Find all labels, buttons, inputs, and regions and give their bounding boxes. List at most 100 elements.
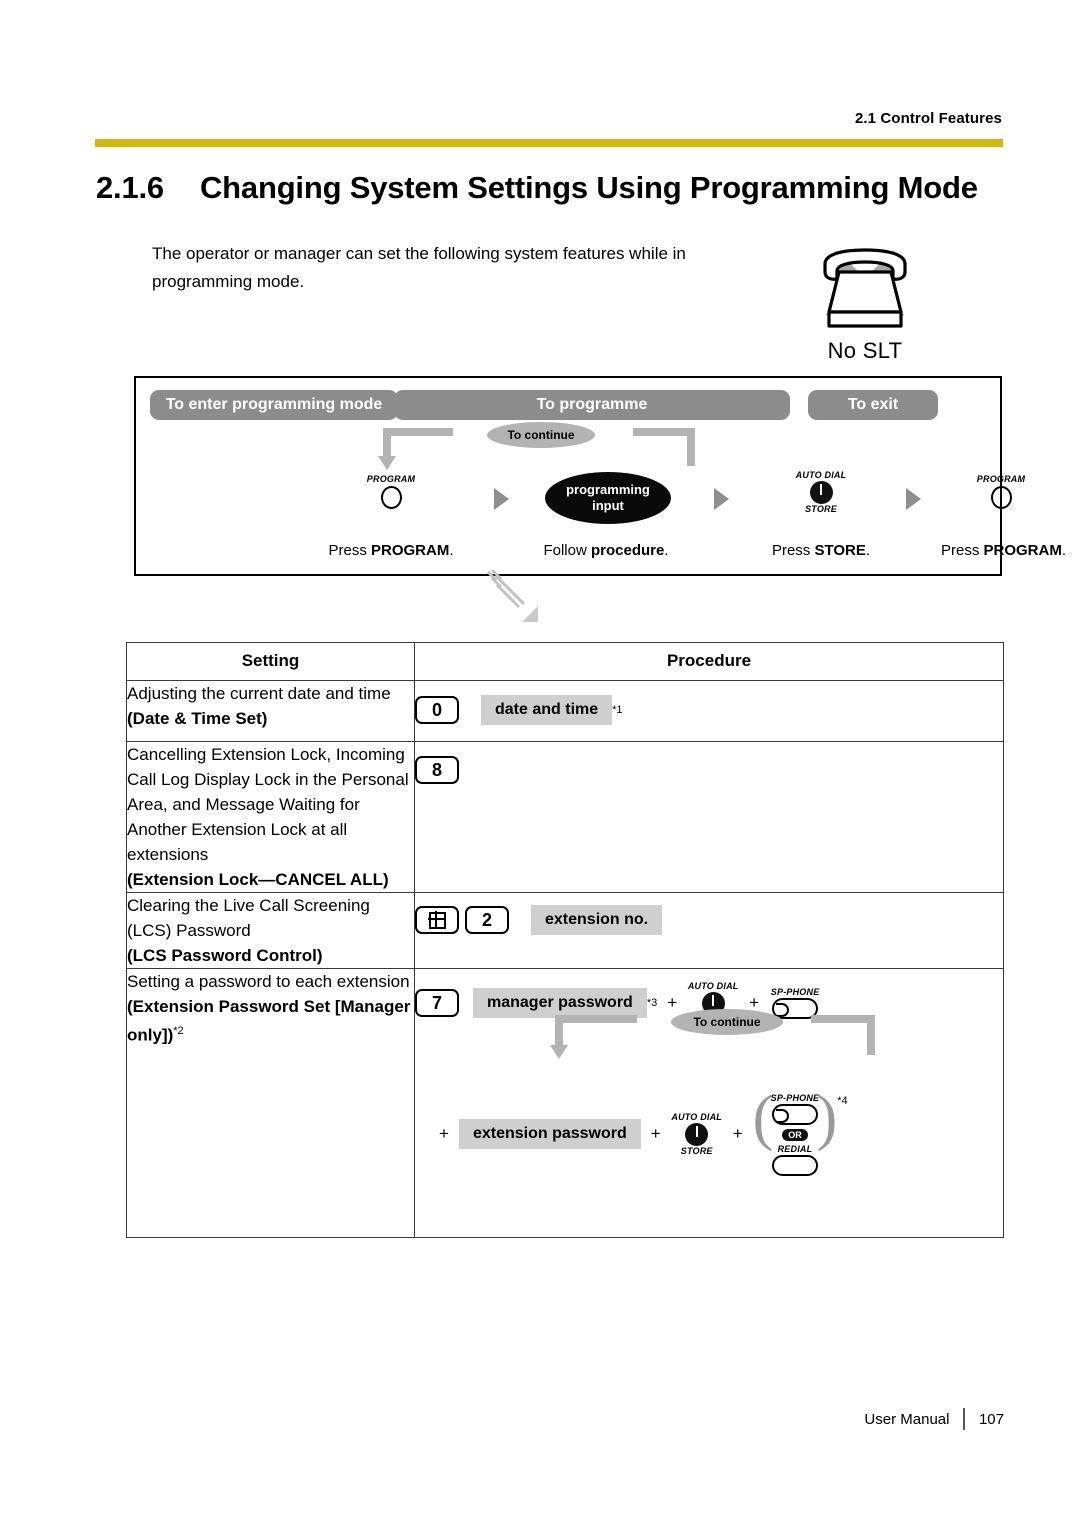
table-row: Cancelling Extension Lock, Incoming Call… [126, 741, 1004, 893]
value-box-date-and-time[interactable]: date and time [481, 695, 613, 725]
telephone-crossed-out-icon [823, 248, 907, 328]
loop2-arrowhead-icon [550, 1045, 568, 1059]
caption-suffix: . [449, 542, 454, 559]
value-box-manager-password[interactable]: manager password [473, 988, 647, 1018]
intro-paragraph: The operator or manager can set the foll… [152, 244, 686, 291]
caption-prefix: Follow [543, 542, 591, 559]
group-paren-left: ( [752, 1084, 774, 1152]
store-caption: STORE [680, 1145, 713, 1156]
keycap-hash[interactable] [415, 906, 459, 934]
plus-sign-1: + [667, 993, 678, 1012]
flow-band-to-programme: To programme [394, 390, 790, 420]
table-row: Clearing the Live Call Screening (LCS) P… [126, 892, 1004, 969]
table-row: Setting a password to each extension (Ex… [126, 968, 1004, 1238]
caption-suffix: . [664, 542, 669, 559]
plus-sign-5: + [732, 1123, 743, 1143]
setting-feature-name: (Extension Password Set [Manager only]) [127, 997, 411, 1045]
setting-cell-extension-password: Setting a password to each extension (Ex… [126, 968, 415, 1238]
keycap-2[interactable]: 2 [465, 906, 509, 934]
keycap-0[interactable]: 0 [415, 696, 459, 724]
store-button-icon [685, 1122, 709, 1146]
section-number: 2.1.6 [96, 170, 164, 205]
ribbed-connector-arrow-icon [486, 570, 538, 622]
column-header-setting: Setting [126, 642, 415, 681]
setting-feature-name: (Date & Time Set) [127, 709, 268, 728]
sp-phone-button-icon [771, 1104, 818, 1125]
value-box-extension-no[interactable]: extension no. [531, 905, 663, 935]
caption-bold: PROGRAM [983, 542, 1062, 559]
setting-description: Setting a password to each extension [127, 972, 410, 991]
procedure-cell-extension-lock: 8 [414, 741, 1004, 893]
loop2-left-top-segment [555, 1015, 637, 1023]
footer-divider [963, 1408, 965, 1430]
setting-description: Clearing the Live Call Screening (LCS) P… [127, 896, 370, 940]
to-continue-label-2: To continue [671, 1009, 783, 1035]
no-slt-label: No SLT [827, 338, 903, 363]
setting-feature-name: (Extension Lock—CANCEL ALL) [127, 870, 389, 889]
store-caption: STORE [805, 504, 837, 514]
flow-caption-2: Follow procedure. [516, 542, 696, 559]
procedure-cell-date-time: 0 date and time *1 [414, 680, 1004, 742]
running-head: 2.1 Control Features [854, 110, 1002, 127]
flow-arrow-icon-2 [714, 488, 729, 510]
group-paren-right: ) [816, 1084, 838, 1152]
page-title: 2.1.6 Changing System Settings Using Prog… [96, 170, 1016, 206]
program-button-icon [380, 486, 402, 509]
caption-bold: procedure [590, 542, 665, 559]
footer-page-number: 107 [978, 1410, 1004, 1428]
page-footer: User Manual 107 [864, 1408, 1004, 1430]
to-continue-label: To continue [487, 422, 595, 448]
loop-right-top-segment [633, 428, 695, 436]
table-row: Adjusting the current date and time (Dat… [126, 680, 1004, 742]
auto-dial-caption: AUTO DIAL [687, 981, 739, 991]
value-box-extension-password[interactable]: extension password [458, 1118, 641, 1149]
to-continue-loop-arrow: To continue [378, 422, 695, 472]
redial-button-group[interactable]: REDIAL [771, 1144, 820, 1176]
header-rule [95, 139, 1003, 147]
caption-suffix: . [865, 542, 871, 559]
plus-sign-3: + [439, 1123, 449, 1143]
procedure-cell-extension-password: 7 manager password *3 + AUTO DIAL STORE … [414, 968, 1004, 1238]
procedure-cell-lcs-password: 2 extension no. [414, 892, 1004, 969]
loop-arrowhead-icon [378, 456, 396, 470]
keycap-8[interactable]: 8 [415, 756, 459, 784]
sp-phone-caption: SP-PHONE [770, 987, 820, 997]
programming-mode-flow-diagram: To enter programming mode To programme T… [134, 376, 1066, 576]
caption-bold: PROGRAM [371, 542, 450, 559]
loop2-left-stem-segment [555, 1015, 563, 1047]
program-button-caption-exit: PROGRAM [976, 474, 1026, 484]
loop-left-top-segment [383, 428, 453, 436]
programming-input-line1: programming [566, 482, 650, 497]
plus-sign-4: + [650, 1123, 661, 1143]
footnote-marker-3: *3 [646, 997, 658, 1009]
or-separator-label: OR [782, 1129, 808, 1141]
flow-step-press-program: PROGRAM [326, 474, 456, 509]
to-continue-loop-arrow-2: To continue [550, 1009, 875, 1061]
flow-arrow-icon-1 [494, 488, 509, 510]
auto-dial-caption: AUTO DIAL [795, 470, 847, 480]
store-button-group-2[interactable]: AUTO DIAL STORE [671, 1112, 723, 1156]
setting-description: Adjusting the current date and time [127, 684, 391, 703]
flow-step-exit-press-program: PROGRAM [936, 474, 1066, 509]
setting-description: Cancelling Extension Lock, Incoming Call… [127, 745, 409, 864]
redial-caption: REDIAL [777, 1144, 813, 1154]
no-slt-block: No SLT [800, 246, 930, 364]
caption-suffix: . [1061, 542, 1067, 559]
keycap-7[interactable]: 7 [415, 989, 459, 1017]
flow-arrow-icon-3 [906, 488, 921, 510]
setting-cell-date-time: Adjusting the current date and time (Dat… [126, 680, 415, 742]
footnote-marker-4: *4 [837, 1095, 848, 1107]
sp-phone-button-group-2[interactable]: SP-PHONE [771, 1093, 820, 1125]
hash-key-icon [427, 910, 446, 929]
alternative-button-group: ( ) SP-PHONE OR REDIAL [752, 1084, 838, 1178]
flow-step-press-store: AUTO DIAL STORE [756, 470, 886, 514]
flow-band-to-exit: To exit [808, 390, 938, 420]
sp-phone-caption: SP-PHONE [770, 1093, 820, 1103]
caption-prefix: Press [771, 542, 815, 559]
flow-caption-1: Press PROGRAM. [306, 542, 476, 559]
setting-feature-name: (LCS Password Control) [127, 946, 323, 965]
program-button-icon-exit [990, 486, 1012, 509]
redial-button-icon [771, 1155, 818, 1176]
flow-caption-3: Press STORE. [736, 542, 906, 559]
setting-cell-lcs-password: Clearing the Live Call Screening (LCS) P… [126, 892, 415, 969]
